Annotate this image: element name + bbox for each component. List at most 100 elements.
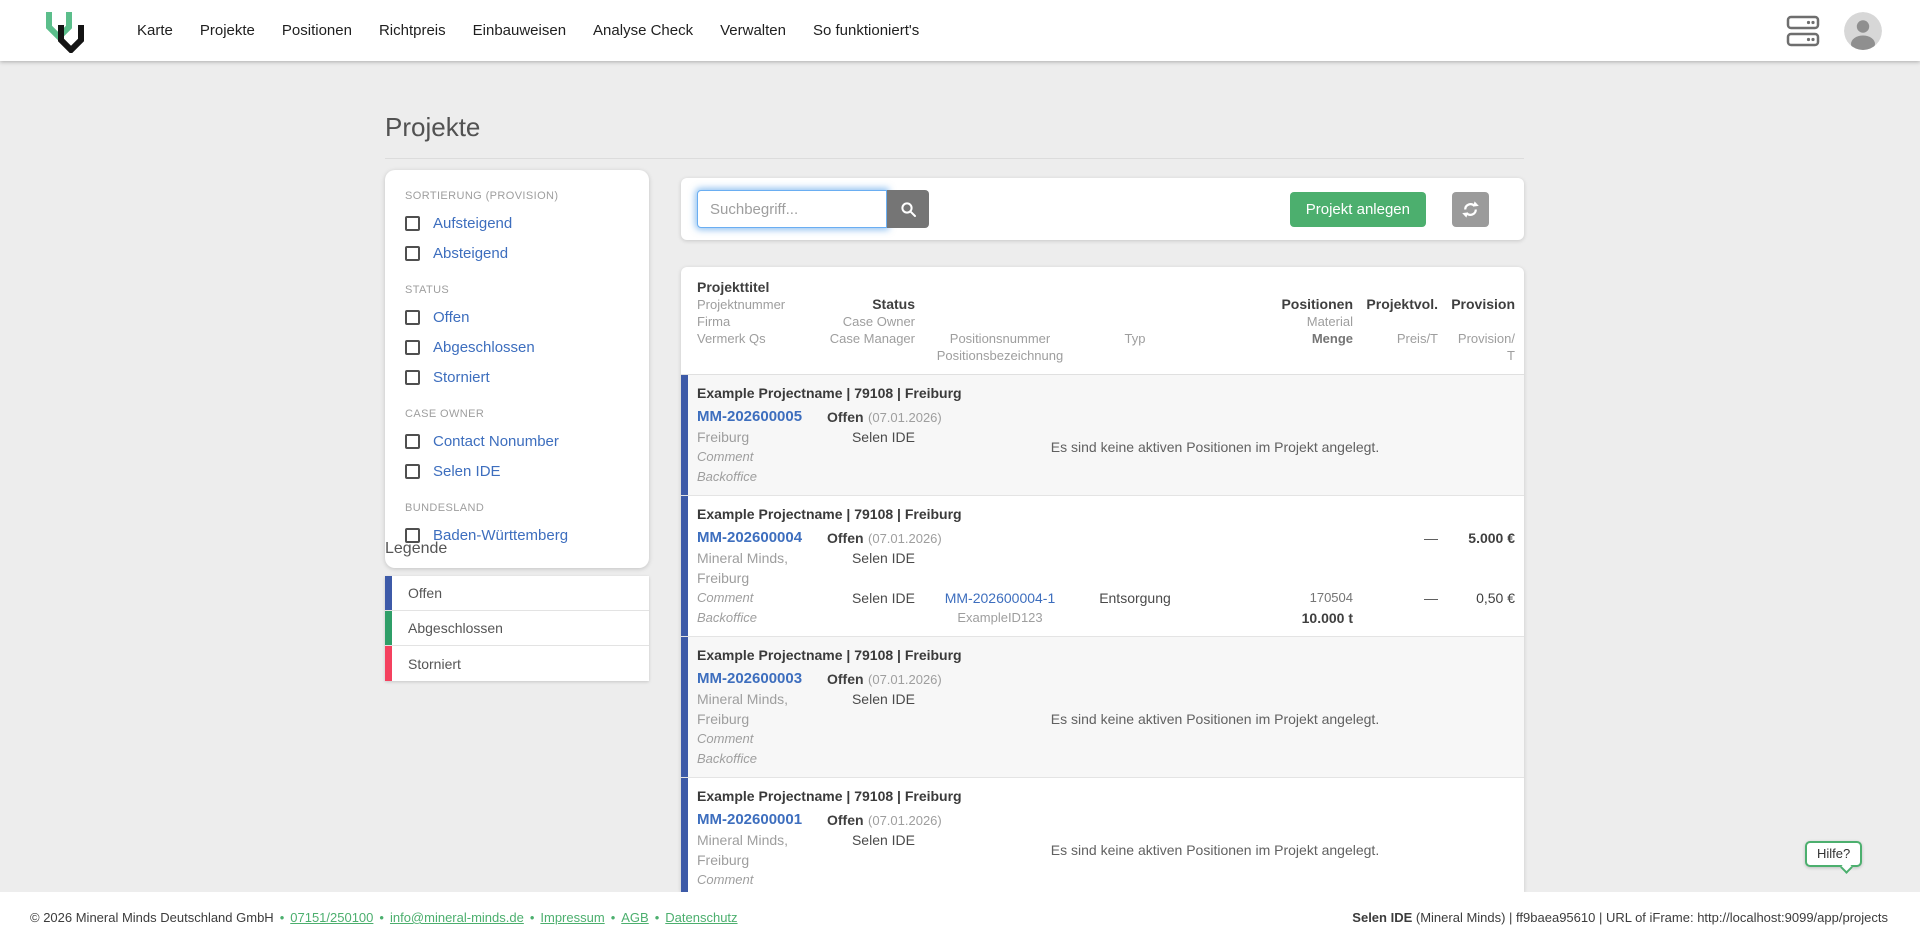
footer-left: © 2026 Mineral Minds Deutschland GmbH • … xyxy=(30,910,738,925)
footer: © 2026 Mineral Minds Deutschland GmbH • … xyxy=(0,892,1920,943)
position-preis-t: — xyxy=(1424,590,1438,606)
user-avatar-icon[interactable] xyxy=(1844,11,1882,50)
status-bar-offen xyxy=(681,496,688,636)
magnifier-icon xyxy=(900,201,916,217)
legend-title: Legende xyxy=(385,540,448,557)
header-case-manager: Case Manager xyxy=(829,331,915,346)
footer-link-email[interactable]: info@mineral-minds.de xyxy=(390,910,524,925)
create-project-button[interactable]: Projekt anlegen xyxy=(1289,191,1426,227)
legend: Offen Abgeschlossen Storniert xyxy=(385,576,649,681)
nav-item-karte[interactable]: Karte xyxy=(137,22,173,39)
no-positions-message: Es sind keine aktiven Positionen im Proj… xyxy=(1050,711,1380,727)
project-title: Example Projectname | 79108 | Freiburg xyxy=(697,506,962,522)
app-logo-icon[interactable] xyxy=(45,9,85,53)
checkbox-icon[interactable] xyxy=(405,246,420,261)
project-number-link[interactable]: MM-202600004 xyxy=(697,529,802,546)
filter-option-label[interactable]: Offen xyxy=(433,309,469,326)
project-row: Example Projectname | 79108 | Freiburg M… xyxy=(681,778,1524,892)
header-projektvol: Projektvol. xyxy=(1366,296,1438,312)
filter-option-label[interactable]: Storniert xyxy=(433,369,490,386)
help-button[interactable]: Hilfe? xyxy=(1805,841,1863,874)
checkbox-icon[interactable] xyxy=(405,340,420,355)
project-note-comment: Comment xyxy=(697,449,754,464)
refresh-button[interactable] xyxy=(1452,191,1489,227)
search-bar-card: Projekt anlegen xyxy=(681,178,1524,240)
nav-item-richtpreis[interactable]: Richtpreis xyxy=(379,22,446,39)
project-row: Example Projectname | 79108 | Freiburg M… xyxy=(681,375,1524,496)
checkbox-icon[interactable] xyxy=(405,434,420,449)
filter-option-abgeschlossen[interactable]: Abgeschlossen xyxy=(405,339,629,356)
header-projektnummer: Projektnummer xyxy=(697,297,786,312)
footer-link-phone[interactable]: 07151/250100 xyxy=(290,910,373,925)
filter-option-offen[interactable]: Offen xyxy=(405,309,629,326)
position-bezeichnung: ExampleID123 xyxy=(957,610,1043,625)
project-note-comment: Comment xyxy=(697,872,754,887)
filter-option-aufsteigend[interactable]: Aufsteigend xyxy=(405,215,629,232)
filter-option-label[interactable]: Baden-Württemberg xyxy=(433,527,568,544)
position-material: 170504 xyxy=(1309,590,1353,605)
search-input[interactable] xyxy=(697,190,887,228)
footer-separator: • xyxy=(279,910,285,925)
checkbox-icon[interactable] xyxy=(405,310,420,325)
nav-item-projekte[interactable]: Projekte xyxy=(200,22,255,39)
nav-item-so-funktionierts[interactable]: So funktioniert's xyxy=(813,22,919,39)
project-company: Freiburg xyxy=(697,429,750,445)
table-header: Projekttitel Projektnummer Firma Vermerk… xyxy=(681,267,1524,375)
filter-option-label[interactable]: Aufsteigend xyxy=(433,215,512,232)
checkbox-icon[interactable] xyxy=(405,216,420,231)
status-date: (07.01.2026) xyxy=(868,410,942,425)
nav-item-analyse-check[interactable]: Analyse Check xyxy=(593,22,693,39)
checkbox-icon[interactable] xyxy=(405,464,420,479)
session-user: Selen IDE xyxy=(1352,910,1413,925)
filter-option-label[interactable]: Absteigend xyxy=(433,245,508,262)
position-menge: 10.000 t xyxy=(1301,610,1353,626)
project-title: Example Projectname | 79108 | Freiburg xyxy=(697,647,962,663)
project-row: Example Projectname | 79108 | Freiburg M… xyxy=(681,496,1524,637)
filter-option-label[interactable]: Selen IDE xyxy=(433,463,501,480)
server-stack-icon[interactable] xyxy=(1786,14,1820,48)
project-provision: 5.000 € xyxy=(1468,530,1515,546)
filter-option-storniert[interactable]: Storniert xyxy=(405,369,629,386)
project-number-link[interactable]: MM-202600005 xyxy=(697,408,802,425)
legend-item-offen: Offen xyxy=(385,576,649,611)
filter-option-absteigend[interactable]: Absteigend xyxy=(405,245,629,262)
footer-link-impressum[interactable]: Impressum xyxy=(540,910,604,925)
status-label: Offen xyxy=(827,530,864,546)
nav-item-verwalten[interactable]: Verwalten xyxy=(720,22,786,39)
status-label: Offen xyxy=(827,671,864,687)
header-status: Status xyxy=(872,296,915,312)
footer-separator: • xyxy=(610,910,616,925)
project-company: Freiburg xyxy=(697,711,750,727)
footer-link-datenschutz[interactable]: Datenschutz xyxy=(665,910,737,925)
filter-option-label[interactable]: Abgeschlossen xyxy=(433,339,535,356)
footer-link-agb[interactable]: AGB xyxy=(621,910,648,925)
refresh-icon xyxy=(1462,200,1479,218)
nav-item-einbauweisen[interactable]: Einbauweisen xyxy=(473,22,566,39)
projects-table: Projekttitel Projektnummer Firma Vermerk… xyxy=(681,267,1524,892)
project-company: Mineral Minds, xyxy=(697,691,789,707)
search-button[interactable] xyxy=(887,190,929,228)
header-col-typ: Typ xyxy=(1085,279,1185,364)
status-bar-offen xyxy=(681,637,688,777)
session-details: (Mineral Minds) | ff9baea95610 | URL of … xyxy=(1412,910,1888,925)
project-number-link[interactable]: MM-202600003 xyxy=(697,670,802,687)
help-label[interactable]: Hilfe? xyxy=(1817,846,1850,861)
header-col-projekt: Projekttitel Projektnummer Firma Vermerk… xyxy=(697,279,827,364)
case-owner: Selen IDE xyxy=(851,429,915,445)
filter-option-contact-nonumber[interactable]: Contact Nonumber xyxy=(405,433,629,450)
nav-item-positionen[interactable]: Positionen xyxy=(282,22,352,39)
position-number-link[interactable]: MM-202600004-1 xyxy=(945,590,1056,606)
filter-section-sortierung: SORTIERUNG (PROVISION) xyxy=(405,190,559,202)
filter-option-selen-ide[interactable]: Selen IDE xyxy=(405,463,629,480)
status-date: (07.01.2026) xyxy=(868,813,942,828)
checkbox-icon[interactable] xyxy=(405,370,420,385)
no-positions-message: Es sind keine aktiven Positionen im Proj… xyxy=(1050,842,1380,858)
project-title: Example Projectname | 79108 | Freiburg xyxy=(697,385,962,401)
header-col-positionen: Positionen Material Menge xyxy=(1185,279,1353,364)
status-date: (07.01.2026) xyxy=(868,672,942,687)
project-number-link[interactable]: MM-202600001 xyxy=(697,811,802,828)
header-projekttitel: Projekttitel xyxy=(697,279,770,295)
filter-option-label[interactable]: Contact Nonumber xyxy=(433,433,559,450)
status-bar-offen xyxy=(681,778,688,892)
legend-color-storniert xyxy=(385,646,392,681)
